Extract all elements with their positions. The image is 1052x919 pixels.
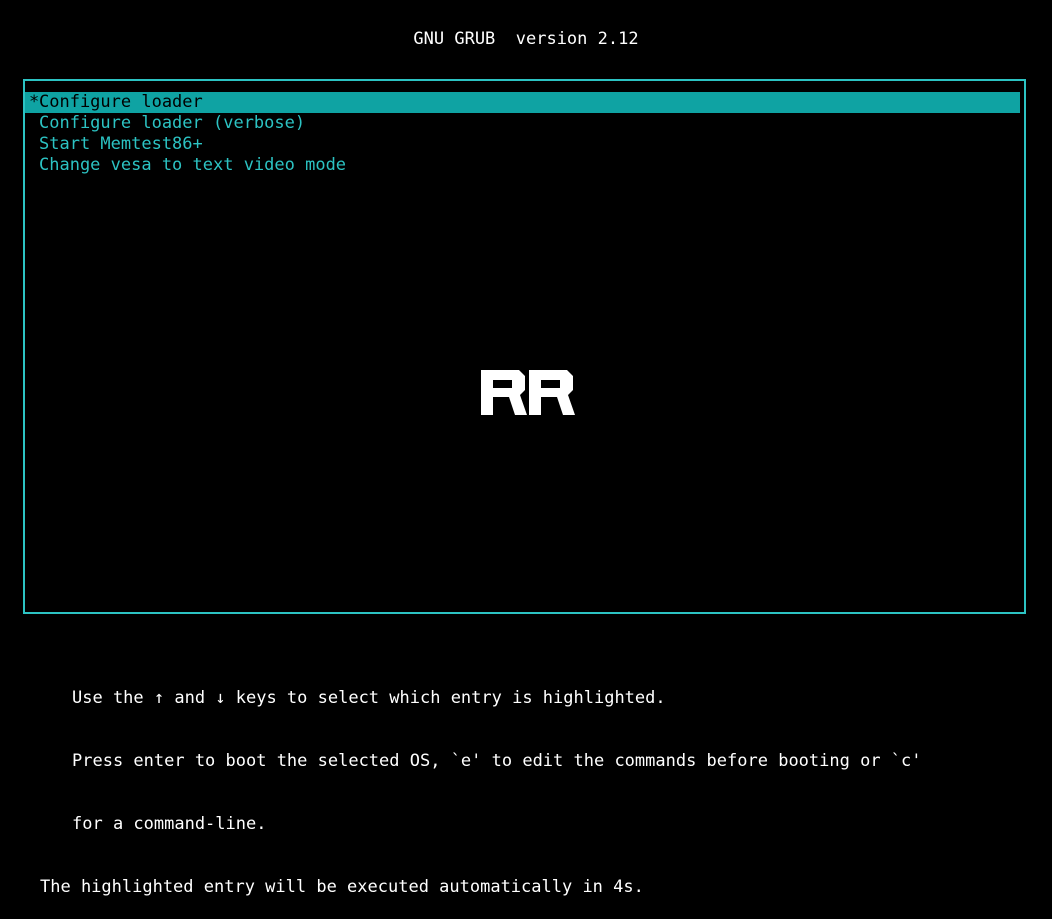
menu-entry-label: Change vesa to text video mode bbox=[39, 155, 347, 175]
help-line-boot: Press enter to boot the selected OS, `e'… bbox=[72, 751, 922, 771]
menu-entry-label: Start Memtest86+ bbox=[39, 134, 203, 154]
menu-entry-configure-loader-verbose[interactable]: Configure loader (verbose) bbox=[25, 113, 1024, 134]
boot-menu-list: *Configure loader Configure loader (verb… bbox=[25, 92, 1024, 176]
menu-entry-start-memtest[interactable]: Start Memtest86+ bbox=[25, 134, 1024, 155]
rr-logo bbox=[481, 370, 575, 415]
countdown-text: The highlighted entry will be executed a… bbox=[40, 877, 644, 897]
boot-menu: *Configure loader Configure loader (verb… bbox=[23, 79, 1026, 614]
menu-entry-label: Configure loader bbox=[39, 92, 203, 112]
selected-marker: * bbox=[29, 92, 40, 112]
help-line-command: for a command-line. bbox=[72, 814, 267, 834]
menu-entry-change-vesa[interactable]: Change vesa to text video mode bbox=[25, 155, 1024, 176]
menu-entry-label: Configure loader (verbose) bbox=[39, 113, 306, 133]
help-line-keys: Use the ↑ and ↓ keys to select which ent… bbox=[72, 688, 666, 708]
help-text: Use the ↑ and ↓ keys to select which ent… bbox=[40, 646, 922, 919]
menu-entry-configure-loader[interactable]: *Configure loader bbox=[25, 92, 1020, 113]
grub-title: GNU GRUB version 2.12 bbox=[413, 29, 639, 49]
